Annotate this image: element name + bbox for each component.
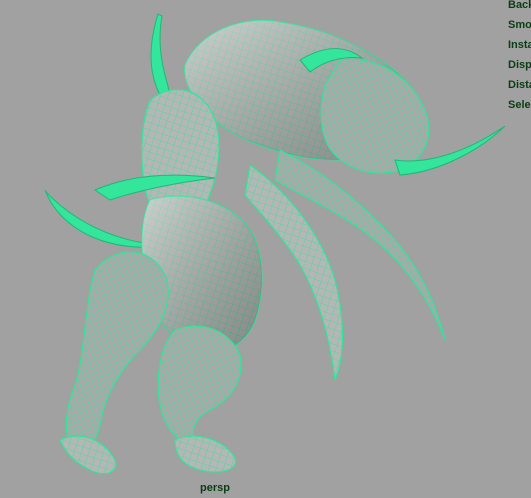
- viewport-persp[interactable]: Back Smo Insta Disp Dista Sele persp: [0, 0, 531, 498]
- hud-item-distance: Dista: [508, 79, 531, 91]
- creature-model-wireframe[interactable]: [0, 0, 531, 498]
- hud-item-smooth: Smo: [508, 19, 531, 31]
- camera-label: persp: [200, 482, 230, 494]
- hud-item-select: Sele: [508, 99, 531, 111]
- hud-item-instance: Insta: [508, 39, 531, 51]
- hud-item-back: Back: [508, 0, 531, 11]
- hud-overlay: Back Smo Insta Disp Dista Sele: [508, 0, 531, 120]
- hud-item-display: Disp: [508, 59, 531, 71]
